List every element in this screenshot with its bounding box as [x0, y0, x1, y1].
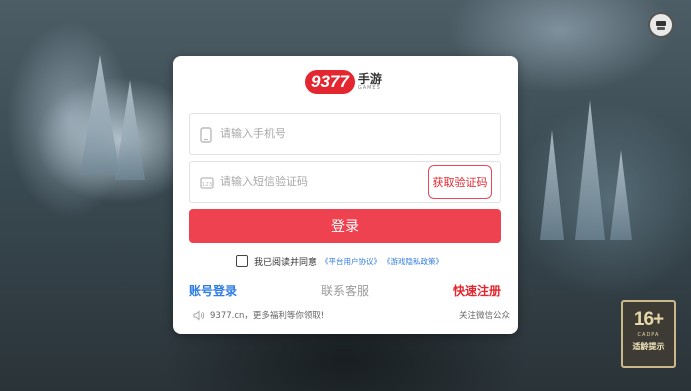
brand-logo: 9377 手游 GAMES — [305, 69, 382, 95]
age-rating-number: 16+ — [633, 309, 664, 330]
logo-en-text: GAMES — [357, 85, 381, 91]
get-code-button[interactable]: 获取验证码 — [428, 165, 492, 199]
notice-text: 9377.cn，更多福利等你领取! — [210, 311, 325, 321]
user-center-icon[interactable] — [648, 12, 674, 38]
speaker-icon — [193, 306, 205, 325]
phone-field — [189, 113, 501, 155]
phone-icon — [200, 127, 212, 147]
account-login-link[interactable]: 账号登录 — [189, 282, 237, 299]
sms-code-field: 123 获取验证码 — [189, 161, 501, 203]
privacy-policy-link[interactable]: 《游戏隐私政策》 — [383, 256, 443, 267]
logo-number: 9377 — [305, 70, 355, 94]
age-rating-org: CADPA — [637, 332, 660, 338]
svg-text:123: 123 — [202, 182, 213, 188]
wechat-follow-text: 关注微信公众 — [458, 311, 510, 321]
bottom-links: 账号登录 联系客服 快速注册 — [189, 282, 501, 298]
agree-text: 我已阅读并同意 — [254, 257, 318, 268]
notice-bar: 9377.cn，更多福利等你领取! — [193, 309, 324, 321]
age-rating-badge: 16+ CADPA 适龄提示 — [621, 300, 676, 368]
logo-cn-text: 手游 — [357, 72, 382, 86]
customer-service-link[interactable]: 联系客服 — [321, 282, 369, 299]
age-rating-tip: 适龄提示 — [632, 342, 665, 351]
sms-code-icon: 123 — [200, 175, 214, 194]
quick-register-link[interactable]: 快速注册 — [453, 282, 501, 299]
agree-checkbox[interactable] — [236, 255, 248, 267]
phone-input[interactable] — [220, 114, 490, 154]
sms-code-input[interactable] — [220, 162, 420, 202]
user-agreement-link[interactable]: 《平台用户协议》 — [321, 256, 381, 267]
login-dialog: 9377 手游 GAMES 123 获取验证码 登录 我已阅读并同意 《平台用户… — [173, 56, 518, 334]
login-button[interactable]: 登录 — [189, 209, 501, 243]
agreement-row: 我已阅读并同意 《平台用户协议》 《游戏隐私政策》 — [236, 254, 443, 268]
